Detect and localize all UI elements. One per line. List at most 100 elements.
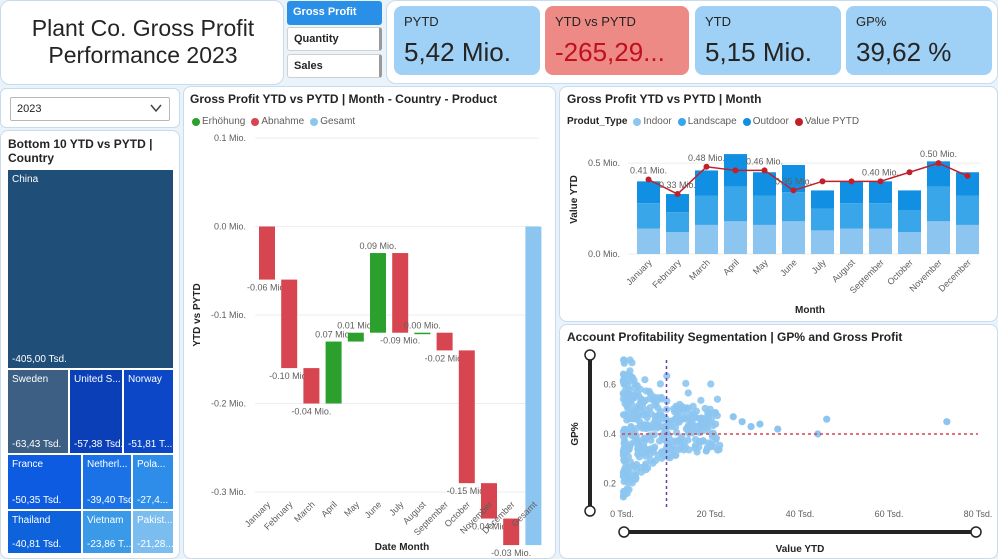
scatter-point bbox=[677, 404, 685, 412]
treemap-cell-vietnam[interactable]: Vietnam -23,86 T... bbox=[82, 510, 132, 554]
treemap-cell-france[interactable]: France -50,35 Tsd. bbox=[7, 454, 82, 510]
treemap-cell-label: China bbox=[12, 174, 39, 185]
scatter-point bbox=[657, 448, 666, 457]
stacked-bar-segment bbox=[782, 192, 805, 222]
value-pytd-point bbox=[964, 172, 971, 179]
data-label: -0.06 Mio. bbox=[247, 283, 287, 293]
slider-handle[interactable] bbox=[584, 349, 596, 361]
bar-line-card: Gross Profit YTD vs PYTD | Month Produt_… bbox=[559, 86, 998, 322]
scatter-point bbox=[681, 443, 690, 451]
scatter-point bbox=[702, 447, 710, 455]
treemap-cell-value: -405,00 Tsd. bbox=[12, 354, 67, 365]
waterfall-bar bbox=[414, 332, 431, 335]
x-tick-label: March bbox=[687, 257, 712, 282]
value-pytd-point bbox=[732, 167, 739, 174]
stacked-bar-segment bbox=[898, 232, 921, 254]
slider-handle[interactable] bbox=[970, 526, 982, 538]
treemap-cell-value: -51,81 T... bbox=[128, 439, 173, 450]
scatter-point bbox=[620, 436, 629, 444]
scatter-point bbox=[643, 414, 651, 422]
waterfall-bar bbox=[325, 341, 342, 404]
treemap-cell-norway[interactable]: Norway -51,81 T... bbox=[123, 369, 174, 454]
scatter-point bbox=[642, 406, 650, 414]
stacked-bar-segment bbox=[724, 221, 747, 254]
treemap-cell-value: -23,86 T... bbox=[87, 539, 132, 550]
treemap-cell-sweden[interactable]: Sweden -63,43 Tsd. bbox=[7, 369, 69, 454]
stacked-bar-segment bbox=[637, 181, 660, 204]
treemap-cell-united-states[interactable]: United S... -57,38 Tsd. bbox=[69, 369, 123, 454]
stacked-bar-segment bbox=[927, 186, 950, 222]
bar-line-chart[interactable]: 0.5 Mio.0.0 Mio.Value YTDMonthJanuaryFeb… bbox=[560, 87, 998, 322]
treemap-cell-value: -27,4... bbox=[137, 495, 169, 506]
x-tick-label: 80 Tsd. bbox=[964, 509, 993, 519]
year-filter-card: 2023 bbox=[0, 88, 180, 128]
treemap[interactable]: China -405,00 Tsd. Sweden -63,43 Tsd. Unit… bbox=[7, 169, 174, 554]
treemap-cell-value: -63,43 Tsd. bbox=[12, 439, 62, 450]
x-tick-label: May bbox=[751, 257, 770, 276]
scatter-point bbox=[682, 379, 690, 388]
scatter-point bbox=[636, 418, 644, 426]
stacked-bar-segment bbox=[695, 195, 718, 225]
data-label: -0.10 Mio. bbox=[269, 371, 309, 381]
y-axis-title: GP% bbox=[570, 422, 581, 445]
x-tick-label: 60 Tsd. bbox=[875, 509, 904, 519]
treemap-cell-label: Thailand bbox=[12, 515, 51, 526]
waterfall-bar bbox=[458, 350, 475, 484]
treemap-cell-value: -21,28... bbox=[137, 539, 174, 550]
scatter-point bbox=[697, 396, 705, 404]
slider-handle[interactable] bbox=[618, 526, 630, 538]
scatter-point bbox=[622, 425, 631, 434]
scatter-point bbox=[642, 452, 650, 460]
scatter-point bbox=[672, 428, 681, 437]
stacked-bar-segment bbox=[869, 203, 892, 229]
scatter-point bbox=[943, 418, 951, 426]
scatter-point bbox=[680, 415, 688, 423]
scatter-point bbox=[729, 413, 737, 421]
waterfall-bar bbox=[436, 332, 453, 351]
kpi-value: 5,42 Mio. bbox=[404, 37, 511, 67]
data-label: 0.41 Mio. bbox=[630, 166, 667, 176]
waterfall-bar bbox=[259, 226, 275, 280]
stacked-bar-segment bbox=[753, 195, 776, 225]
scatter-point bbox=[707, 380, 715, 388]
scatter-point bbox=[621, 443, 629, 452]
data-label: -0.09 Mio. bbox=[380, 336, 420, 346]
stacked-bar-segment bbox=[695, 224, 718, 254]
treemap-cell-label: Norway bbox=[128, 374, 162, 385]
scatter-point bbox=[642, 466, 650, 474]
treemap-cell-label: Pakist... bbox=[137, 515, 173, 526]
treemap-cell-pakistan[interactable]: Pakist... -21,28... bbox=[132, 510, 174, 554]
scatter-point bbox=[652, 421, 660, 429]
treemap-cell-thailand[interactable]: Thailand -40,81 Tsd. bbox=[7, 510, 82, 554]
slider-handle[interactable] bbox=[584, 505, 596, 517]
scatter-chart[interactable]: 0 Tsd. 20 Tsd. 40 Tsd. 60 Tsd. 80 Tsd. 0.6 0.4… bbox=[560, 325, 998, 559]
x-axis-title: Value YTD bbox=[776, 544, 825, 555]
year-dropdown[interactable]: 2023 bbox=[10, 97, 170, 121]
scatter-point bbox=[738, 418, 746, 426]
treemap-cell-china[interactable]: China -405,00 Tsd. bbox=[7, 169, 174, 369]
stacked-bar-segment bbox=[782, 221, 805, 254]
waterfall-chart[interactable]: 0.1 Mio. 0.0 Mio. -0.1 Mio. -0.2 Mio. -0.3 M… bbox=[184, 87, 556, 559]
treemap-cell-value: -50,35 Tsd. bbox=[12, 495, 62, 506]
nav-button-quantity[interactable]: Quantity bbox=[287, 27, 382, 51]
scatter-point bbox=[670, 408, 679, 416]
waterfall-bar bbox=[347, 332, 364, 342]
treemap-cell-poland[interactable]: Pola... -27,4... bbox=[132, 454, 174, 510]
data-label: 0.01 Mio. bbox=[337, 321, 374, 331]
scatter-point bbox=[675, 445, 683, 454]
scatter-point bbox=[624, 371, 632, 379]
y-axis-title: Value YTD bbox=[569, 175, 580, 224]
treemap-card: Bottom 10 YTD vs PYTD | Country China -40… bbox=[0, 130, 180, 559]
nav-button-gross-profit[interactable]: Gross Profit bbox=[287, 1, 382, 25]
stacked-bar-segment bbox=[898, 190, 921, 211]
page-title-line2: Performance 2023 bbox=[48, 42, 238, 68]
stacked-bar-segment bbox=[927, 221, 950, 254]
stacked-bar-segment bbox=[753, 224, 776, 254]
scatter-point bbox=[747, 423, 755, 431]
scatter-point bbox=[712, 420, 720, 428]
x-tick-label: June bbox=[778, 257, 799, 278]
nav-button-sales[interactable]: Sales bbox=[287, 54, 382, 78]
treemap-cell-netherlands[interactable]: Netherl... -39,40 Tsd. bbox=[82, 454, 132, 510]
y-tick-label: -0.3 Mio. bbox=[211, 487, 246, 497]
y-tick-label: 0.2 bbox=[603, 478, 616, 488]
